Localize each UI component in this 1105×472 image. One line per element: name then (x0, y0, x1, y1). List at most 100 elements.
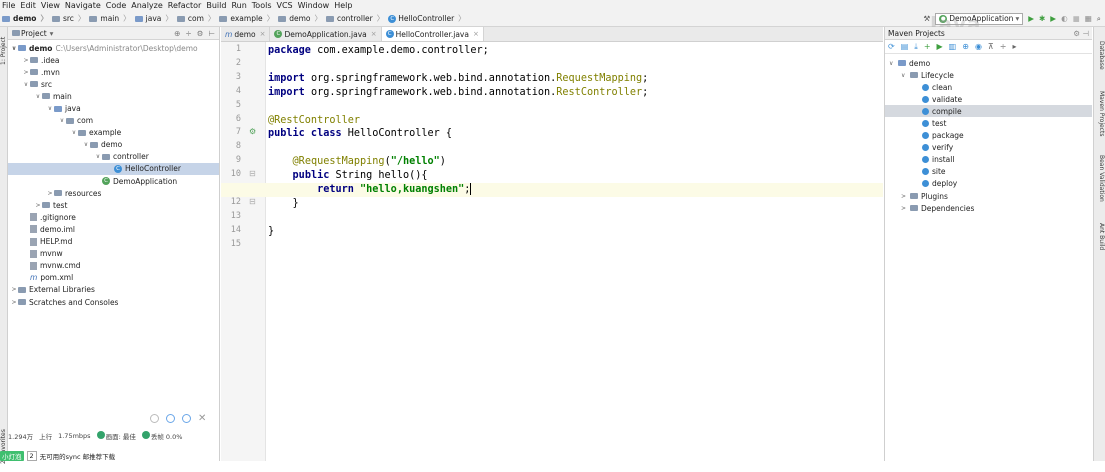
tree-item[interactable]: HELP.md (8, 236, 219, 248)
generate-sources-icon[interactable]: ▤ (901, 42, 909, 51)
chevron-down-icon[interactable]: ∨ (22, 81, 30, 88)
code-line[interactable]: import org.springframework.web.bind.anno… (268, 72, 648, 86)
refresh-icon[interactable]: ⟳ (888, 42, 895, 51)
chevron-down-icon[interactable]: ∨ (70, 129, 78, 136)
chevron-right-icon[interactable]: > (22, 69, 30, 76)
maven-tree-item[interactable]: test (885, 117, 1092, 129)
status-badge[interactable]: 小灯泡 (0, 451, 24, 461)
maven-projects-tool-tab[interactable]: Maven Projects (1095, 91, 1105, 151)
download-icon[interactable]: ⤓ (914, 42, 918, 52)
fold-marker-icon[interactable]: ⊟ (249, 169, 256, 178)
maven-tree-item[interactable]: ∨demo (885, 57, 1092, 69)
tree-item[interactable]: >.mvn (8, 66, 219, 78)
code-line[interactable]: public String hello(){ (268, 169, 428, 183)
search-icon[interactable]: ⌕ (1097, 14, 1101, 24)
chevron-right-icon[interactable]: > (901, 205, 910, 212)
maven-tree-item[interactable]: validate (885, 93, 1092, 105)
settings-circle-icon[interactable] (150, 414, 159, 423)
close-tab-icon[interactable]: × (371, 30, 377, 38)
close-tab-icon[interactable]: × (260, 30, 266, 38)
menu-item-code[interactable]: Code (106, 0, 126, 11)
tree-item[interactable]: >Scratches and Consoles (8, 296, 219, 308)
editor-tab[interactable]: CDemoApplication.java× (270, 27, 381, 41)
code-line[interactable]: @RequestMapping("/hello") (268, 155, 446, 169)
tree-item[interactable]: ∨src (8, 78, 219, 90)
chevron-right-icon[interactable]: > (901, 193, 910, 200)
code-editor[interactable]: package com.example.demo.controller; impo… (266, 42, 883, 461)
tree-item[interactable]: ∨main (8, 90, 219, 102)
tree-item[interactable]: mvnw (8, 248, 219, 260)
tree-item[interactable]: CDemoApplication (8, 175, 219, 187)
editor-tab[interactable]: CHelloController.java× (382, 27, 484, 41)
chevron-right-icon[interactable]: > (10, 286, 18, 293)
tree-item[interactable]: ∨example (8, 127, 219, 139)
editor-tab[interactable]: mdemo× (221, 27, 270, 41)
tree-item[interactable]: ∨com (8, 115, 219, 127)
tree-item[interactable]: >External Libraries (8, 284, 219, 296)
add-icon[interactable]: + (924, 42, 931, 51)
breadcrumb-item[interactable]: demo〉 (0, 13, 50, 24)
chevron-down-icon[interactable]: ∨ (34, 93, 42, 100)
menu-item-file[interactable]: File (2, 0, 15, 11)
breadcrumb-item[interactable]: demo〉 (276, 13, 324, 24)
menu-item-tools[interactable]: Tools (252, 0, 272, 11)
chevron-right-icon[interactable]: > (34, 202, 42, 209)
tree-item[interactable]: ∨java (8, 102, 219, 114)
tree-item[interactable]: mpom.xml (8, 272, 219, 284)
hide-icon[interactable]: ⊢ (208, 29, 215, 38)
project-tool-tab[interactable]: 1: Project (0, 31, 8, 71)
breadcrumb-item[interactable]: example〉 (217, 13, 276, 24)
code-line[interactable]: public class HelloController { (268, 127, 452, 141)
breadcrumb-item[interactable]: main〉 (87, 13, 132, 24)
maven-tree-item[interactable]: ∨Lifecycle (885, 69, 1092, 81)
show-dependencies-icon[interactable]: ◉ (975, 42, 982, 51)
chevron-right-icon[interactable]: > (22, 57, 30, 64)
skip-tests-icon[interactable]: ⊕ (962, 42, 969, 51)
tree-item[interactable]: CHelloController (8, 163, 219, 175)
maven-tree-item[interactable]: clean (885, 81, 1092, 93)
maven-tree-item[interactable]: verify (885, 142, 1092, 154)
lock-icon[interactable] (166, 414, 175, 423)
tree-item[interactable]: ∨controller (8, 151, 219, 163)
code-line[interactable]: package com.example.demo.controller; (268, 44, 489, 58)
maven-tree-item[interactable]: site (885, 166, 1092, 178)
code-line[interactable]: import org.springframework.web.bind.anno… (268, 86, 648, 100)
toggle-icon[interactable]: ▥ (949, 42, 957, 51)
maven-tree-item[interactable]: compile (885, 105, 1092, 117)
database-tool-tab[interactable]: Database (1095, 41, 1105, 81)
breadcrumb-item[interactable]: CHelloController〉 (386, 13, 467, 24)
maven-settings-icon[interactable]: ⚙ ⊣ (1073, 29, 1089, 38)
maven-tree-item[interactable]: >Dependencies (885, 202, 1092, 214)
code-line[interactable]: @RestController (268, 114, 360, 128)
fold-marker-icon[interactable]: ⊟ (249, 197, 256, 206)
tree-item[interactable]: mvnw.cmd (8, 260, 219, 272)
menu-item-vcs[interactable]: VCS (277, 0, 293, 11)
close-tab-icon[interactable]: × (473, 30, 479, 38)
tree-item[interactable]: >resources (8, 187, 219, 199)
close-icon[interactable]: ✕ (198, 414, 207, 423)
menu-item-window[interactable]: Window (298, 0, 330, 11)
ant-build-tool-tab[interactable]: Ant Build (1095, 223, 1105, 263)
settings-icon[interactable]: ▸ (1012, 42, 1016, 51)
camera-icon[interactable] (182, 414, 191, 423)
code-line[interactable]: return "hello,kuangshen"; (268, 183, 471, 197)
debug-icon[interactable]: ✱ (1039, 14, 1045, 23)
run-icon[interactable]: ▶ (1028, 14, 1034, 23)
chevron-down-icon[interactable]: ▾ (50, 29, 54, 38)
tree-item[interactable]: ∨demoC:\Users\Administrator\Desktop\demo (8, 42, 219, 54)
menu-item-build[interactable]: Build (206, 0, 226, 11)
chevron-down-icon[interactable]: ∨ (82, 141, 90, 148)
profile-icon[interactable]: ◐ (1061, 14, 1068, 23)
collapse-icon[interactable]: ÷ (185, 29, 191, 38)
breadcrumb-item[interactable]: java〉 (133, 13, 175, 24)
maven-tree-item[interactable]: package (885, 130, 1092, 142)
maven-tree-item[interactable]: >Plugins (885, 190, 1092, 202)
gear-icon[interactable]: ⚙ (197, 29, 204, 38)
maven-tree-item[interactable]: install (885, 154, 1092, 166)
tree-item[interactable]: demo.iml (8, 223, 219, 235)
chevron-down-icon[interactable]: ∨ (94, 153, 102, 160)
breadcrumb-item[interactable]: controller〉 (324, 13, 386, 24)
bean-validation-tool-tab[interactable]: Bean Validation (1095, 155, 1105, 217)
menu-item-help[interactable]: Help (334, 0, 352, 11)
breadcrumb-item[interactable]: src〉 (50, 13, 87, 24)
